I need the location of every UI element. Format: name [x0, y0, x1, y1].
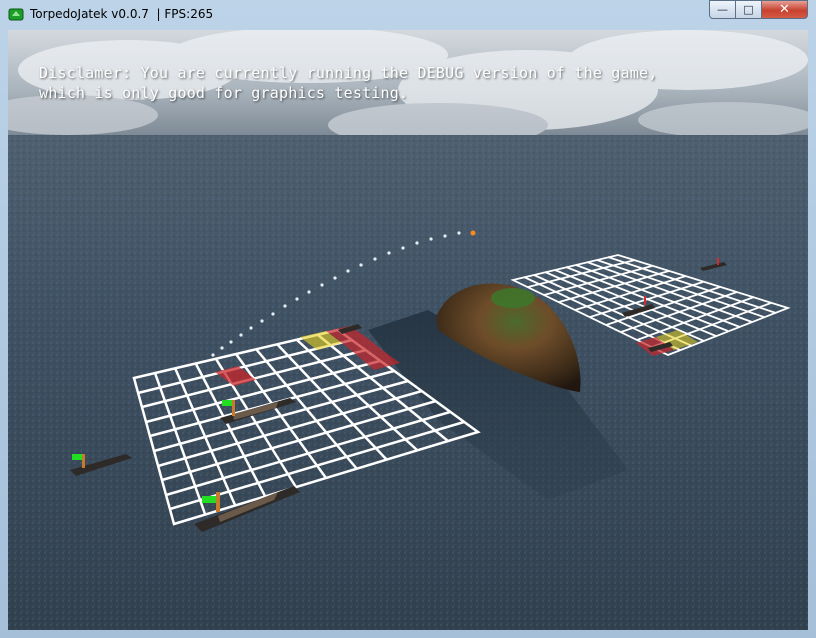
window-controls: — □ ✕ [709, 0, 808, 19]
close-icon: ✕ [779, 2, 790, 17]
game-scene [8, 30, 808, 630]
debug-disclaimer: Disclamer: You are currently running the… [39, 63, 799, 103]
game-viewport[interactable]: Disclamer: You are currently running the… [8, 30, 808, 630]
close-button[interactable]: ✕ [762, 0, 808, 19]
island-moss [491, 288, 535, 308]
minimize-button[interactable]: — [709, 0, 736, 19]
disclaimer-line-1: Disclamer: You are currently running the… [39, 64, 658, 82]
disclaimer-line-2: which is only good for graphics testing. [39, 84, 409, 102]
app-window: TorpedoJatek v0.0.7 | FPS:265 — □ ✕ Disc… [0, 0, 816, 638]
minimize-icon: — [717, 3, 728, 16]
title-bar[interactable]: TorpedoJatek v0.0.7 | FPS:265 — □ ✕ [0, 0, 816, 30]
torpedo [470, 230, 476, 236]
maximize-button[interactable]: □ [736, 0, 762, 19]
window-title: TorpedoJatek v0.0.7 | FPS:265 [30, 7, 214, 21]
app-icon [8, 8, 24, 21]
maximize-icon: □ [743, 3, 754, 16]
